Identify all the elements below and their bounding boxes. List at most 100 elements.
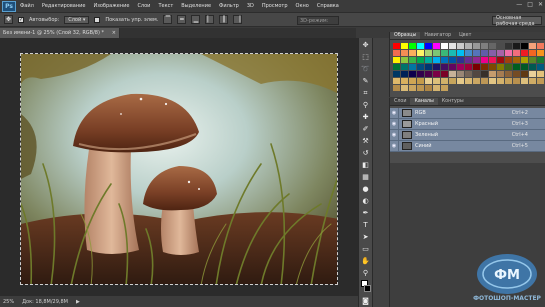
color-swatch[interactable] [433,85,440,91]
workspace-dropdown[interactable]: Основная рабочая среда [492,15,542,27]
color-swatch[interactable] [393,50,400,56]
color-swatch[interactable] [409,50,416,56]
color-swatch[interactable] [417,85,424,91]
document-tab[interactable]: Без имени-1 @ 25% (Слой 32, RGB/8) * × [0,28,120,38]
color-swatch[interactable] [433,71,440,77]
color-swatch[interactable] [513,50,520,56]
color-swatch[interactable] [489,43,496,49]
color-swatch[interactable] [513,78,520,84]
color-swatch[interactable] [425,71,432,77]
channel-row-green[interactable]: ◉ Зеленый Ctrl+4 [390,129,545,141]
color-swatch[interactable] [425,64,432,70]
color-swatch[interactable] [457,57,464,63]
channel-row-blue[interactable]: ◉ Синий Ctrl+5 [390,140,545,152]
eyedropper-tool-icon[interactable]: ⚲ [361,100,371,110]
color-swatch[interactable] [497,78,504,84]
color-swatch[interactable] [401,57,408,63]
color-swatch[interactable] [417,64,424,70]
color-swatch[interactable] [393,43,400,49]
color-swatch[interactable] [537,78,544,84]
pen-tool-icon[interactable]: ✒ [361,208,371,218]
eraser-tool-icon[interactable]: ◧ [361,160,371,170]
color-swatch[interactable] [497,71,504,77]
color-swatch[interactable] [457,50,464,56]
color-swatch[interactable] [457,64,464,70]
dodge-tool-icon[interactable]: ◐ [361,196,371,206]
color-swatch[interactable] [441,78,448,84]
color-swatch[interactable] [449,43,456,49]
color-swatch[interactable] [449,78,456,84]
color-swatch[interactable] [433,64,440,70]
color-swatch[interactable] [537,50,544,56]
color-swatch[interactable] [529,57,536,63]
menu-help[interactable]: Справка [313,3,343,9]
minimize-button[interactable]: — [516,1,522,8]
menu-filter[interactable]: Фильтр [215,3,243,9]
menu-view[interactable]: Просмотр [258,3,292,9]
color-swatch[interactable] [473,50,480,56]
color-swatch[interactable] [441,50,448,56]
color-swatch[interactable] [417,57,424,63]
menu-layer[interactable]: Слои [133,3,154,9]
color-swatch[interactable] [521,43,528,49]
marquee-tool-icon[interactable]: ⬚ [361,52,371,62]
color-swatch[interactable] [441,43,448,49]
quick-mask-icon[interactable]: ◙ [361,296,371,306]
blur-tool-icon[interactable]: ● [361,184,371,194]
color-swatch[interactable] [409,64,416,70]
menu-select[interactable]: Выделение [177,3,215,9]
color-swatch[interactable] [489,57,496,63]
color-swatch[interactable] [449,71,456,77]
autoselect-dropdown[interactable]: Слой ▾ [64,15,90,24]
color-swatch[interactable] [473,43,480,49]
color-swatch[interactable] [529,78,536,84]
color-swatch[interactable] [401,64,408,70]
color-swatch[interactable] [473,71,480,77]
color-swatch[interactable] [441,64,448,70]
color-swatch[interactable] [529,50,536,56]
color-swatch[interactable] [481,78,488,84]
color-swatch[interactable] [441,71,448,77]
color-swatch[interactable] [401,43,408,49]
shape-tool-icon[interactable]: ▭ [361,244,371,254]
menu-file[interactable]: Файл [16,3,38,9]
visibility-eye-icon[interactable]: ◉ [390,140,399,152]
color-swatch[interactable] [473,78,480,84]
zoom-level[interactable]: 25% [3,299,14,305]
tab-layers[interactable]: Слои [390,98,410,105]
color-swatch[interactable] [529,43,536,49]
color-swatch[interactable] [457,71,464,77]
align-left-icon[interactable]: ▏ [205,15,215,24]
channel-row-red[interactable]: ◉ Красный Ctrl+3 [390,118,545,130]
3d-mode-selector[interactable]: 3D-режим: [297,16,339,25]
color-swatch[interactable] [409,85,416,91]
move-tool-icon[interactable]: ✥ [361,40,371,50]
color-swatch[interactable] [513,71,520,77]
color-swatch[interactable] [425,43,432,49]
color-swatch[interactable] [537,64,544,70]
menu-edit[interactable]: Редактирование [38,3,90,9]
color-swatch[interactable] [393,85,400,91]
align-right-icon[interactable]: ▕ [233,15,243,24]
color-swatch[interactable] [393,57,400,63]
color-swatch[interactable] [417,50,424,56]
color-swatch[interactable] [433,50,440,56]
align-top-icon[interactable]: ▔ [163,15,173,24]
color-swatch[interactable] [529,71,536,77]
menu-image[interactable]: Изображение [89,3,133,9]
brush-tool-icon[interactable]: ✐ [361,124,371,134]
color-swatch[interactable] [505,71,512,77]
color-swatch[interactable] [537,57,544,63]
path-selection-tool-icon[interactable]: ➤ [361,232,371,242]
document-canvas[interactable] [20,53,338,285]
color-swatch[interactable] [481,71,488,77]
color-swatch[interactable] [489,78,496,84]
document-close-button[interactable]: × [112,30,116,36]
color-swatch[interactable] [481,64,488,70]
autoselect-checkbox[interactable]: ✓ [18,16,24,23]
status-menu-arrow-icon[interactable]: ▶ [76,299,80,305]
color-swatch[interactable] [473,57,480,63]
color-swatch[interactable] [505,43,512,49]
color-swatch[interactable] [449,64,456,70]
color-swatch[interactable] [481,57,488,63]
